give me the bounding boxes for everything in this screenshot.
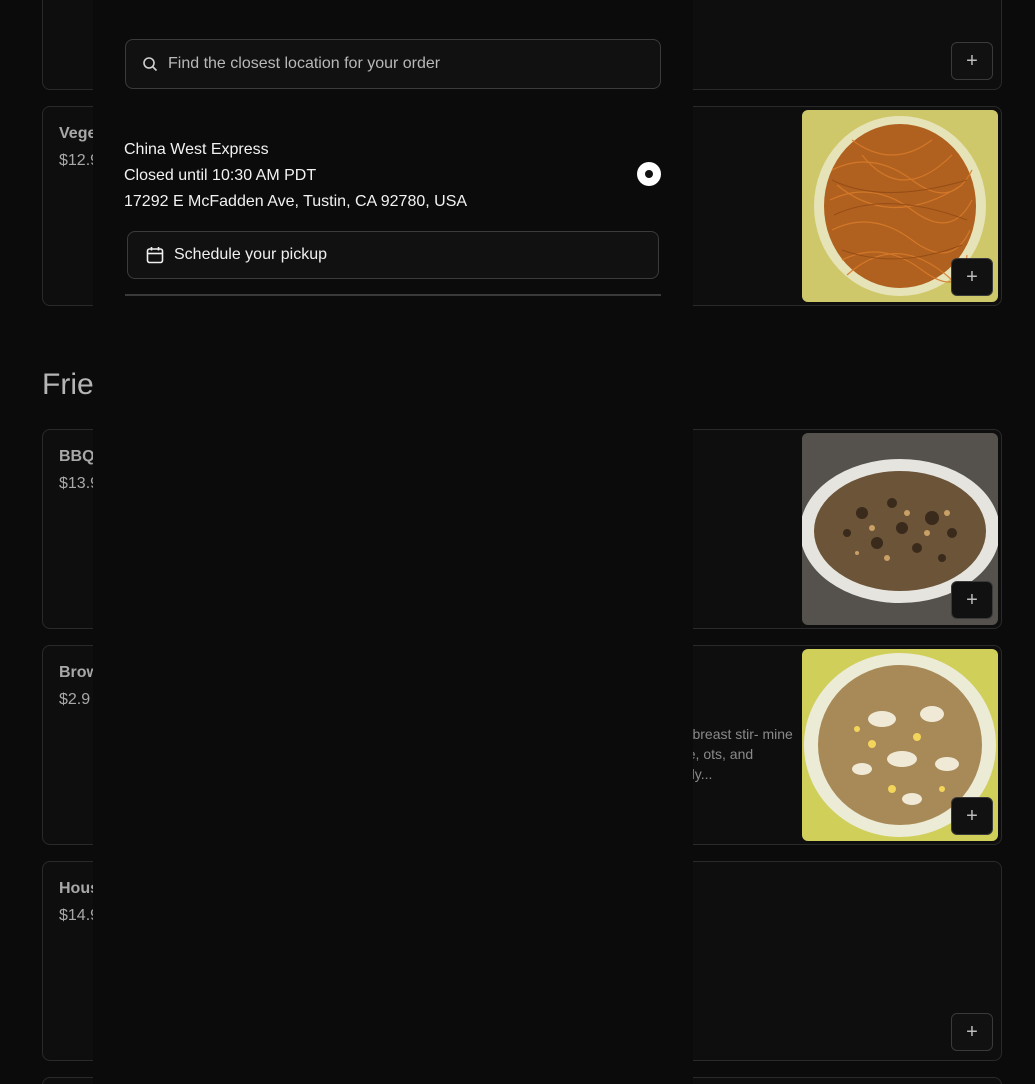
location-radio-button[interactable] (637, 162, 661, 186)
search-input[interactable] (168, 55, 648, 73)
plus-icon: + (966, 265, 978, 288)
location-panel: China West Express Closed until 10:30 AM… (93, 0, 693, 1084)
plus-icon: + (966, 804, 978, 827)
search-icon (143, 57, 158, 72)
calendar-icon (146, 247, 164, 264)
schedule-pickup-label: Schedule your pickup (174, 246, 327, 263)
add-item-button[interactable]: + (951, 797, 993, 835)
location-search-field[interactable] (125, 39, 661, 89)
add-item-button[interactable]: + (951, 581, 993, 619)
menu-item-title: BBQ (59, 448, 95, 465)
location-name: China West Express (124, 141, 269, 158)
add-item-button[interactable]: + (951, 258, 993, 296)
plus-icon: + (966, 49, 978, 72)
location-option[interactable]: China West Express Closed until 10:30 AM… (124, 137, 664, 215)
location-address: 17292 E McFadden Ave, Tustin, CA 92780, … (124, 193, 468, 210)
location-status: Closed until 10:30 AM PDT (124, 167, 317, 184)
divider (125, 294, 661, 296)
menu-item-price: $2.9 (59, 691, 91, 708)
plus-icon: + (966, 1020, 978, 1043)
schedule-pickup-button[interactable]: Schedule your pickup (127, 231, 659, 279)
plus-icon: + (966, 588, 978, 611)
add-item-button[interactable]: + (951, 42, 993, 80)
radio-selected-icon (645, 170, 653, 178)
add-item-button[interactable]: + (951, 1013, 993, 1051)
menu-item-title: Vege (59, 125, 97, 142)
